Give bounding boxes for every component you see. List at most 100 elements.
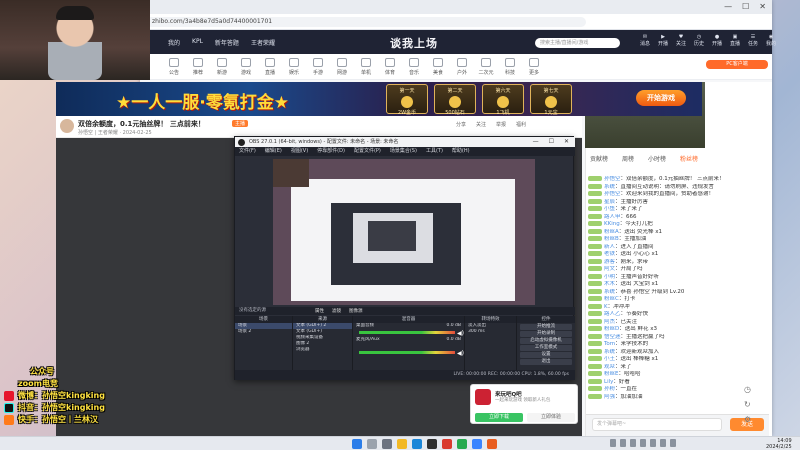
broadcast-icon[interactable]: ▶ 开播 <box>658 34 668 48</box>
chat-username[interactable]: 老铁 <box>604 251 615 257</box>
gift-button[interactable]: 福利 <box>516 121 526 128</box>
download-button[interactable]: 立即下载 <box>475 413 523 422</box>
search-input[interactable]: 搜索主播/直播间/游戏 <box>535 38 620 48</box>
refresh-icon[interactable]: ↻ <box>744 400 751 409</box>
tab-contribution[interactable]: 贡献榜 <box>590 154 608 163</box>
follow-icon[interactable]: ♥ 关注 <box>676 34 686 48</box>
settings-button[interactable]: 设置 <box>520 352 572 358</box>
category-item[interactable]: 更多 <box>524 58 544 76</box>
tab-hour[interactable]: 小时榜 <box>648 154 666 163</box>
menu-scene-collection[interactable]: 场景集合(S) <box>390 147 417 156</box>
nav-item[interactable]: 新年答题 <box>215 38 239 47</box>
history-icon[interactable]: ◷ <box>744 385 751 394</box>
start-recording-button[interactable]: 开始录制 <box>520 331 572 337</box>
scene-item[interactable]: 场景 2 <box>235 329 292 335</box>
volume-icon[interactable]: ◀) <box>457 350 464 357</box>
app-icon[interactable] <box>442 439 452 449</box>
chat-username[interactable]: 粉丝D <box>604 326 619 332</box>
minimize-icon[interactable]: — <box>724 2 732 11</box>
url-field[interactable]: zhibo.com/3a4b8e7d5a0d74400001701 <box>146 17 586 27</box>
chat-username[interactable]: KKing <box>604 221 620 227</box>
promo-card[interactable]: 来玩吧Q吧 一起来玩游戏 领取新人礼包 立即下载 立即体验 <box>470 384 578 424</box>
category-item[interactable]: 音乐 <box>404 58 424 76</box>
chat-username[interactable]: 星辰 <box>604 199 615 205</box>
nav-item[interactable]: 王者荣耀 <box>251 38 275 47</box>
filters-button[interactable]: 滤镜 <box>332 308 341 314</box>
chat-username[interactable]: 小王 <box>604 356 615 362</box>
chat-username[interactable]: 粉丝A <box>604 229 619 235</box>
properties-button[interactable]: 属性 <box>315 308 324 314</box>
close-icon[interactable]: ✕ <box>564 137 569 147</box>
message-icon[interactable]: ✉ 消息 <box>640 34 650 48</box>
avatar[interactable] <box>60 119 74 133</box>
image-source-button[interactable]: 图像源 <box>349 308 363 314</box>
live-icon[interactable]: ● 开播 <box>712 34 722 48</box>
menu-tools[interactable]: 工具(T) <box>426 147 443 156</box>
source-item[interactable]: 浏览器 <box>293 347 352 353</box>
chat-username[interactable]: 孙悟空 <box>604 176 621 182</box>
report-button[interactable]: 举报 <box>496 121 506 128</box>
menu-file[interactable]: 文件(F) <box>239 147 256 156</box>
tv-icon[interactable]: ▣ 直播 <box>730 34 740 48</box>
category-item[interactable]: 公告 <box>164 58 184 76</box>
minimize-icon[interactable]: — <box>533 137 539 147</box>
chat-username[interactable]: 阿文 <box>604 266 615 272</box>
browser-tab-bar[interactable] <box>140 0 772 14</box>
chat-username[interactable]: 木木 <box>604 281 615 287</box>
chat-input[interactable]: 发个弹幕吧~ <box>592 418 722 431</box>
chat-username[interactable]: 路人甲 <box>604 214 621 220</box>
chat-username[interactable]: Lily <box>604 379 613 385</box>
obs-preview[interactable] <box>273 159 535 305</box>
chat-username[interactable]: 观众 <box>604 364 615 370</box>
search-icon[interactable] <box>367 439 377 449</box>
chat-username[interactable]: 新人 <box>604 244 615 250</box>
try-button[interactable]: 立即体验 <box>527 413 575 422</box>
tab-fans[interactable]: 粉丝榜 <box>680 154 698 163</box>
chat-username[interactable]: 游客 <box>604 259 615 265</box>
maximize-icon[interactable]: ☐ <box>742 2 749 11</box>
start-game-button[interactable]: 开始游戏 <box>636 90 686 106</box>
site-logo[interactable]: 谈我上场 <box>390 35 438 51</box>
exit-button[interactable]: 退出 <box>520 359 572 365</box>
chat-username[interactable]: 粉丝C <box>604 296 619 302</box>
category-item[interactable]: 二次元 <box>476 58 496 76</box>
game-banner[interactable]: ★一人一服·零氪打金★ 第一天 2W金币 第二天 500钻石 第六天 1飞机 第七天 1… <box>56 82 702 116</box>
wechat-icon[interactable] <box>457 439 467 449</box>
category-item[interactable]: 户外 <box>452 58 472 76</box>
category-item[interactable]: 科技 <box>500 58 520 76</box>
menu-edit[interactable]: 编辑(E) <box>265 147 282 156</box>
studio-mode-button[interactable]: 工作室模式 <box>520 345 572 351</box>
app-icon[interactable] <box>487 439 497 449</box>
tray-icon[interactable] <box>630 439 636 447</box>
category-item[interactable]: 新游 <box>212 58 232 76</box>
chat-username[interactable]: Tom <box>604 341 615 347</box>
chat-username[interactable]: 小明 <box>604 274 615 280</box>
clock[interactable]: 14:09 2024/2/25 <box>766 438 792 450</box>
category-item[interactable]: 游戏 <box>236 58 256 76</box>
chat-username[interactable]: 系统 <box>604 184 615 190</box>
obs-title-bar[interactable]: OBS 27.0.1 (64-bit, windows) - 配置文件: 未命名… <box>235 137 575 147</box>
menu-profile[interactable]: 配置文件(P) <box>354 147 381 156</box>
tab-week[interactable]: 周榜 <box>622 154 634 163</box>
tray-icon[interactable] <box>640 439 646 447</box>
settings-icon[interactable]: ⚙ <box>744 415 751 424</box>
chat-username[interactable]: 阿杰 <box>604 319 615 325</box>
chat-username[interactable]: 路人乙 <box>604 311 621 317</box>
menu-view[interactable]: 视图(V) <box>291 147 308 156</box>
task-icon[interactable]: ☰ 任务 <box>748 34 758 48</box>
pc-client-badge[interactable]: PC客户端 <box>706 60 768 69</box>
chat-username[interactable]: 悟空迷 <box>604 334 621 340</box>
nav-item[interactable]: KPL <box>192 38 203 47</box>
chat-username[interactable]: 系统 <box>604 289 615 295</box>
duration-field[interactable]: 300 ms <box>465 329 516 335</box>
category-item[interactable]: 网游 <box>332 58 352 76</box>
maximize-icon[interactable]: ☐ <box>549 137 554 147</box>
chat-username[interactable]: 小鱼 <box>604 206 615 212</box>
follow-button[interactable]: 关注 <box>476 121 486 128</box>
menu-docks[interactable]: 停靠部件(D) <box>317 147 345 156</box>
menu-help[interactable]: 帮助(H) <box>452 147 470 156</box>
tray-icon[interactable] <box>610 439 616 447</box>
category-item[interactable]: 单机 <box>356 58 376 76</box>
start-streaming-button[interactable]: 开始推流 <box>520 324 572 330</box>
history-icon[interactable]: ◷ 历史 <box>694 34 704 48</box>
